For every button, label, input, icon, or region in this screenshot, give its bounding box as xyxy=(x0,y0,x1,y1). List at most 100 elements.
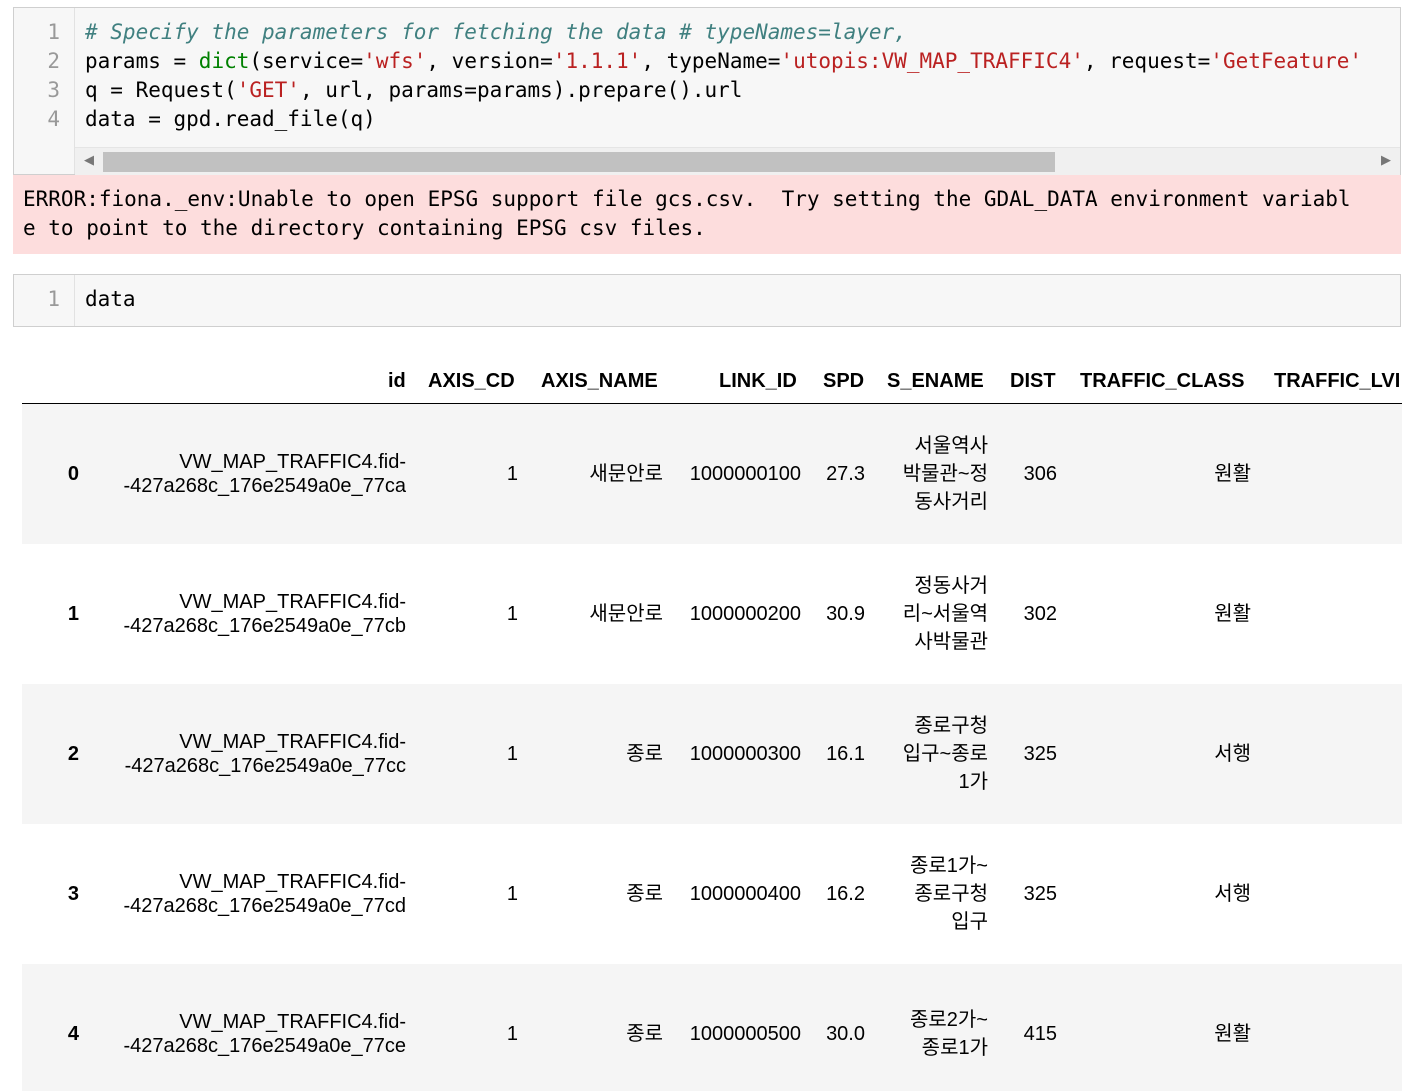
cell-id: VW_MAP_TRAFFIC4.fid- xyxy=(179,1011,406,1033)
code-token: , request= xyxy=(1083,49,1211,73)
cell-spd: 16.1 xyxy=(826,743,865,765)
cell-s-ename: 종로구청 xyxy=(914,715,988,737)
cell-traffic-class: 서행 xyxy=(1214,743,1251,765)
cell-dist: 306 xyxy=(1023,463,1057,485)
cell-spd: 30.0 xyxy=(826,1023,865,1045)
cell-link-id: 1000000400 xyxy=(689,883,801,905)
cell-id: -427a268c_176e2549a0e_77ca xyxy=(123,475,407,497)
code-token: q = Request( xyxy=(85,78,237,102)
cell-id: -427a268c_176e2549a0e_77ce xyxy=(123,1035,407,1057)
cell-id: -427a268c_176e2549a0e_77cd xyxy=(123,895,407,917)
column-header-spd: SPD xyxy=(823,370,865,392)
code-line-2[interactable]: params = dict(service='wfs', version='1.… xyxy=(85,49,1390,73)
code-string: 'wfs' xyxy=(363,49,427,73)
scroll-right-icon[interactable]: ▶ xyxy=(1378,153,1394,169)
cell-s-ename: 종로구청 xyxy=(914,883,988,905)
cell-id: -427a268c_176e2549a0e_77cb xyxy=(123,615,407,637)
cell-link-id: 1000000200 xyxy=(689,603,801,625)
cell-id: VW_MAP_TRAFFIC4.fid- xyxy=(179,731,406,753)
line-number-gutter: 1 2 3 4 xyxy=(14,8,75,174)
cell-s-ename: 박물관~정 xyxy=(902,463,988,485)
column-header-axis-cd: AXIS_CD xyxy=(428,370,515,392)
row-index: 2 xyxy=(67,743,79,765)
dataframe-output: id AXIS_CD AXIS_NAME LINK_ID SPD S_ENAME… xyxy=(22,360,1402,1091)
code-string: 'utopis:VW_MAP_TRAFFIC4' xyxy=(780,49,1084,73)
scrollbar-thumb[interactable] xyxy=(103,152,1055,172)
cell-axis-cd: 1 xyxy=(506,883,518,905)
cell-traffic-class: 원활 xyxy=(1214,603,1251,625)
cell-traffic-class: 서행 xyxy=(1214,883,1251,905)
cell-s-ename: 리~서울역 xyxy=(902,603,988,625)
cell-dist: 302 xyxy=(1023,603,1057,625)
cell-traffic-class: 원활 xyxy=(1214,463,1251,485)
code-token: (service= xyxy=(249,49,364,73)
cell-id: VW_MAP_TRAFFIC4.fid- xyxy=(179,451,406,473)
cell-dist: 325 xyxy=(1023,883,1057,905)
table-row: 2 VW_MAP_TRAFFIC4.fid- -427a268c_176e2549a… xyxy=(22,684,1402,824)
cell-id: VW_MAP_TRAFFIC4.fid- xyxy=(179,591,406,613)
line-number-gutter: 1 xyxy=(14,275,75,326)
cell-axis-cd: 1 xyxy=(506,743,518,765)
row-index: 3 xyxy=(67,883,79,905)
cell-s-ename: 1가 xyxy=(958,771,988,793)
code-token: , version= xyxy=(426,49,553,73)
code-cell-2[interactable]: 1 data xyxy=(13,274,1401,327)
code-token: , url, params=params).prepare().url xyxy=(299,78,743,102)
line-number: 4 xyxy=(47,107,60,131)
cell-spd: 16.2 xyxy=(826,883,865,905)
cell-dist: 415 xyxy=(1023,1023,1057,1045)
code-line-1[interactable]: data xyxy=(85,287,1390,311)
cell-axis-name: 새문안로 xyxy=(589,463,663,485)
line-number: 2 xyxy=(47,49,60,73)
cell-axis-cd: 1 xyxy=(506,1023,518,1045)
cell-s-ename: 종로2가~ xyxy=(909,1009,988,1031)
cell-s-ename: 정동사거 xyxy=(914,575,988,597)
code-line-3[interactable]: q = Request('GET', url, params=params).p… xyxy=(85,78,1390,102)
cell-axis-name: 종로 xyxy=(626,883,663,905)
cell-traffic-class: 원활 xyxy=(1214,1023,1251,1045)
column-header-traffic-class: TRAFFIC_CLASS xyxy=(1080,370,1245,392)
cell-spd: 27.3 xyxy=(826,463,865,485)
scroll-left-icon[interactable]: ◀ xyxy=(81,153,97,169)
cell-s-ename: 동사거리 xyxy=(914,491,988,513)
cell-link-id: 1000000300 xyxy=(689,743,801,765)
code-line-4[interactable]: data = gpd.read_file(q) xyxy=(85,107,1390,131)
error-output: ERROR:fiona._env:Unable to open EPSG sup… xyxy=(13,175,1401,254)
column-header-s-ename: S_ENAME xyxy=(887,370,984,392)
code-cell-1[interactable]: 1 2 3 4 # Specify the parameters for fet… xyxy=(13,7,1401,176)
column-header-traffic-lvl: TRAFFIC_LVI xyxy=(1274,370,1401,392)
code-comment: # Specify the parameters for fetching th… xyxy=(85,20,907,44)
code-string: 'GET' xyxy=(236,78,300,102)
cell-dist: 325 xyxy=(1023,743,1057,765)
code-token: params = xyxy=(85,49,199,73)
column-header-axis-name: AXIS_NAME xyxy=(541,370,658,392)
column-header-dist: DIST xyxy=(1010,370,1056,392)
code-string: 'GetFeature' xyxy=(1210,49,1363,73)
cell-s-ename: 입구~종로 xyxy=(902,743,988,765)
line-number: 3 xyxy=(47,78,60,102)
code-builtin: dict xyxy=(198,49,250,73)
table-row: 0 VW_MAP_TRAFFIC4.fid- -427a268c_176e2549a… xyxy=(22,404,1402,544)
cell-axis-cd: 1 xyxy=(506,463,518,485)
code-string: '1.1.1' xyxy=(552,49,642,73)
table-row: 3 VW_MAP_TRAFFIC4.fid- -427a268c_176e2549a… xyxy=(22,824,1402,964)
horizontal-scrollbar[interactable]: ◀ ▶ xyxy=(75,147,1400,176)
code-line-1[interactable]: # Specify the parameters for fetching th… xyxy=(85,20,1390,44)
cell-link-id: 1000000500 xyxy=(689,1023,801,1045)
code-token: , typeName= xyxy=(641,49,781,73)
row-index: 1 xyxy=(67,603,79,625)
cell-axis-name: 종로 xyxy=(626,1023,663,1045)
column-header-id: id xyxy=(388,370,406,392)
line-number: 1 xyxy=(47,20,60,44)
line-number: 1 xyxy=(47,287,60,311)
cell-s-ename: 사박물관 xyxy=(914,631,988,653)
row-index: 4 xyxy=(67,1023,79,1045)
cell-link-id: 1000000100 xyxy=(689,463,801,485)
cell-id: VW_MAP_TRAFFIC4.fid- xyxy=(179,871,406,893)
code-token: data = gpd.read_file(q) xyxy=(85,107,376,131)
cell-s-ename: 서울역사 xyxy=(914,435,988,457)
table-row: 4 VW_MAP_TRAFFIC4.fid- -427a268c_176e2549a… xyxy=(22,964,1402,1091)
row-index: 0 xyxy=(67,463,79,485)
cell-axis-name: 새문안로 xyxy=(589,603,663,625)
cell-s-ename: 종로1가 xyxy=(921,1037,988,1059)
